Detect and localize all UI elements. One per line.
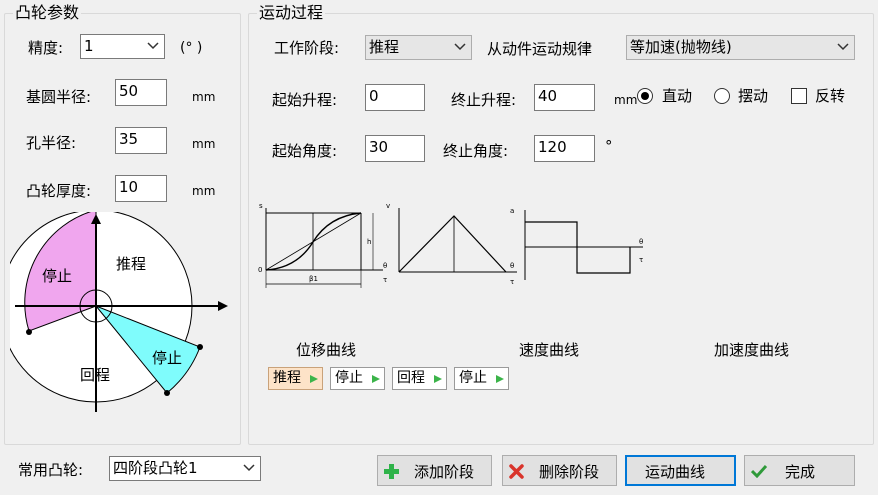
delete-stage-label: 删除阶段 bbox=[539, 463, 600, 481]
base-radius-unit: mm bbox=[192, 90, 216, 104]
law-value: 等加速(抛物线) bbox=[630, 38, 732, 56]
thickness-unit: mm bbox=[192, 184, 216, 198]
hole-radius-unit: mm bbox=[192, 137, 216, 151]
step-button-dwell-1[interactable]: 停止 bbox=[330, 367, 385, 390]
stage-value: 推程 bbox=[369, 38, 400, 56]
thickness-label: 凸轮厚度: bbox=[26, 182, 92, 200]
chevron-down-icon bbox=[454, 43, 466, 51]
start-angle-input[interactable]: 30 bbox=[365, 135, 425, 162]
reverse-checkbox-label: 反转 bbox=[815, 87, 846, 105]
construction-line bbox=[265, 212, 362, 271]
precision-unit: (° ) bbox=[180, 40, 203, 56]
h-mark: h bbox=[367, 238, 371, 246]
common-cam-select[interactable]: 四阶段凸轮1 bbox=[109, 456, 261, 481]
stage-point bbox=[26, 329, 32, 335]
displacement-graph: s 0 h θ τ β1 bbox=[258, 202, 387, 288]
displacement-curve-label: 位移曲线 bbox=[296, 341, 357, 359]
checkmark-icon bbox=[751, 464, 767, 478]
radio-selected-dot bbox=[641, 92, 649, 100]
velocity-curve bbox=[398, 215, 507, 273]
acceleration-curve-label: 加速度曲线 bbox=[714, 341, 790, 359]
motion-legend: 运动过程 bbox=[257, 3, 326, 22]
stage-point bbox=[164, 390, 170, 396]
motion-curve-label: 运动曲线 bbox=[645, 463, 706, 481]
start-lift-label: 起始升程: bbox=[272, 91, 338, 109]
thickness-input[interactable]: 10 bbox=[115, 175, 167, 202]
start-lift-input[interactable]: 0 bbox=[365, 84, 425, 111]
stage-select[interactable]: 推程 bbox=[365, 35, 472, 60]
chevron-down-icon bbox=[243, 464, 255, 472]
diagram-dwell-top-label: 停止 bbox=[42, 267, 73, 285]
step-button-dwell-2[interactable]: 停止 bbox=[454, 367, 509, 390]
radio-translate-label: 直动 bbox=[662, 87, 693, 105]
beta-mark: β1 bbox=[309, 275, 318, 283]
step-label: 推程 bbox=[273, 370, 301, 386]
acceleration-graph: a θ τ bbox=[510, 207, 643, 280]
chevron-down-icon bbox=[147, 42, 159, 50]
precision-label: 精度: bbox=[28, 39, 64, 57]
precision-value: 1 bbox=[84, 37, 94, 55]
base-radius-input[interactable]: 50 bbox=[115, 79, 167, 106]
start-angle-label: 起始角度: bbox=[272, 142, 338, 160]
diagram-dwell-bottom-label: 停止 bbox=[152, 349, 183, 367]
stage-point bbox=[197, 344, 203, 350]
base-radius-label: 基圆半径: bbox=[26, 88, 92, 106]
add-stage-button[interactable]: 添加阶段 bbox=[377, 455, 492, 486]
hole-radius-label: 孔半径: bbox=[26, 134, 77, 152]
step-label: 停止 bbox=[459, 370, 487, 386]
diagram-push-label: 推程 bbox=[116, 255, 147, 273]
arrow-right-icon bbox=[310, 375, 318, 383]
axis-x-arrow bbox=[218, 301, 228, 311]
end-angle-label: 终止角度: bbox=[443, 142, 509, 160]
cam-params-legend: 凸轮参数 bbox=[13, 3, 82, 22]
arrow-right-icon bbox=[372, 375, 380, 383]
step-button-return[interactable]: 回程 bbox=[392, 367, 447, 390]
radio-swing[interactable] bbox=[714, 88, 730, 104]
tau-mark: τ bbox=[639, 256, 643, 264]
theta-mark: θ bbox=[639, 238, 643, 246]
step-button-push[interactable]: 推程 bbox=[268, 367, 323, 390]
diagram-return-label: 回程 bbox=[80, 366, 111, 384]
a-axis-mark: a bbox=[510, 207, 514, 215]
step-label: 回程 bbox=[397, 370, 425, 386]
law-select[interactable]: 等加速(抛物线) bbox=[626, 35, 855, 60]
s-axis-mark: s bbox=[259, 202, 263, 210]
end-lift-label: 终止升程: bbox=[451, 91, 517, 109]
reverse-checkbox[interactable] bbox=[791, 88, 807, 104]
lift-unit: mm bbox=[614, 93, 638, 107]
end-angle-input[interactable]: 120 bbox=[534, 135, 595, 162]
angle-unit: ° bbox=[605, 137, 613, 155]
add-stage-label: 添加阶段 bbox=[414, 463, 475, 481]
radio-swing-label: 摆动 bbox=[738, 87, 769, 105]
arrow-right-icon bbox=[496, 375, 504, 383]
law-label: 从动件运动规律 bbox=[487, 40, 593, 58]
chevron-down-icon bbox=[837, 43, 849, 51]
common-cam-value: 四阶段凸轮1 bbox=[113, 459, 198, 477]
arrow-right-icon bbox=[434, 375, 442, 383]
v-axis-mark: v bbox=[386, 202, 390, 210]
hole-radius-input[interactable]: 35 bbox=[115, 127, 167, 154]
precision-select[interactable]: 1 bbox=[80, 34, 165, 59]
delete-x-icon bbox=[509, 464, 524, 479]
radio-translate[interactable] bbox=[637, 88, 653, 104]
end-lift-input[interactable]: 40 bbox=[534, 84, 595, 111]
finish-label: 完成 bbox=[785, 463, 816, 481]
step-label: 停止 bbox=[335, 370, 363, 386]
velocity-curve-label: 速度曲线 bbox=[519, 341, 580, 359]
finish-button[interactable]: 完成 bbox=[744, 455, 855, 486]
velocity-graph: v θ τ bbox=[386, 202, 517, 286]
stage-label: 工作阶段: bbox=[274, 39, 340, 57]
origin-mark: 0 bbox=[258, 266, 262, 274]
delete-stage-button[interactable]: 删除阶段 bbox=[502, 455, 617, 486]
common-cam-label: 常用凸轮: bbox=[18, 461, 84, 479]
cam-stage-diagram bbox=[10, 212, 228, 412]
plus-icon bbox=[384, 464, 399, 479]
motion-curve-button[interactable]: 运动曲线 bbox=[625, 455, 736, 486]
